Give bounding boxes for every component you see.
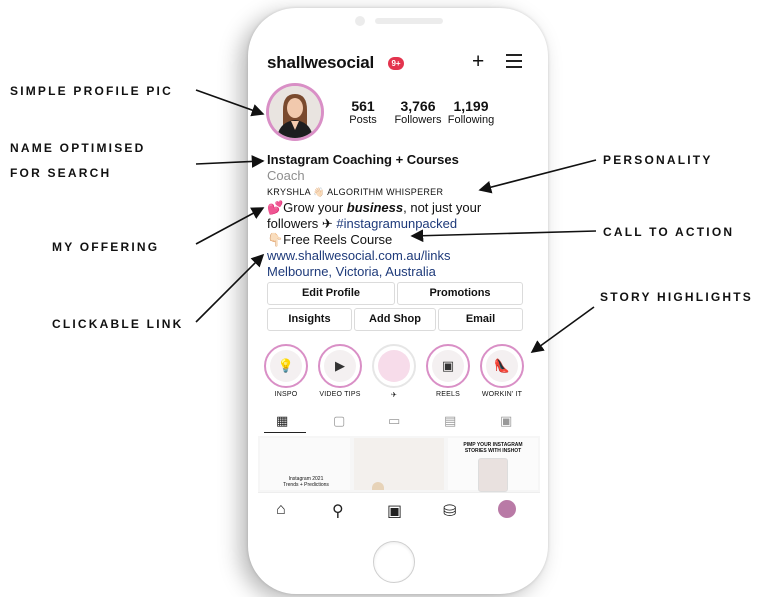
arrow-link <box>195 253 265 323</box>
arrow-profile-pic <box>195 89 265 117</box>
arrow-personality <box>478 159 597 194</box>
arrow-story-highlights <box>530 306 595 353</box>
arrow-offering <box>195 207 265 245</box>
arrow-name <box>195 155 265 168</box>
annotation-arrows <box>195 89 597 353</box>
arrow-call-to-action <box>410 229 597 243</box>
